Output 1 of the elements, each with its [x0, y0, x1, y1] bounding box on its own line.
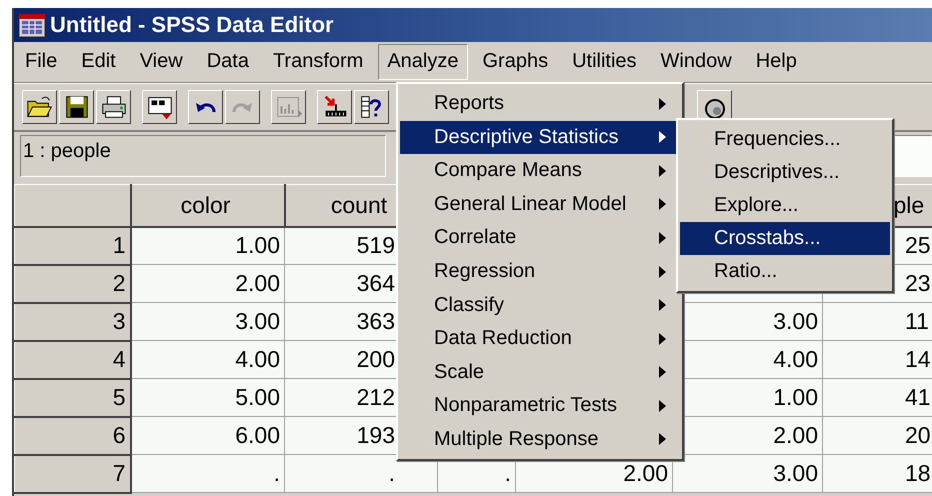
- window-title: Untitled - SPSS Data Editor: [50, 12, 334, 38]
